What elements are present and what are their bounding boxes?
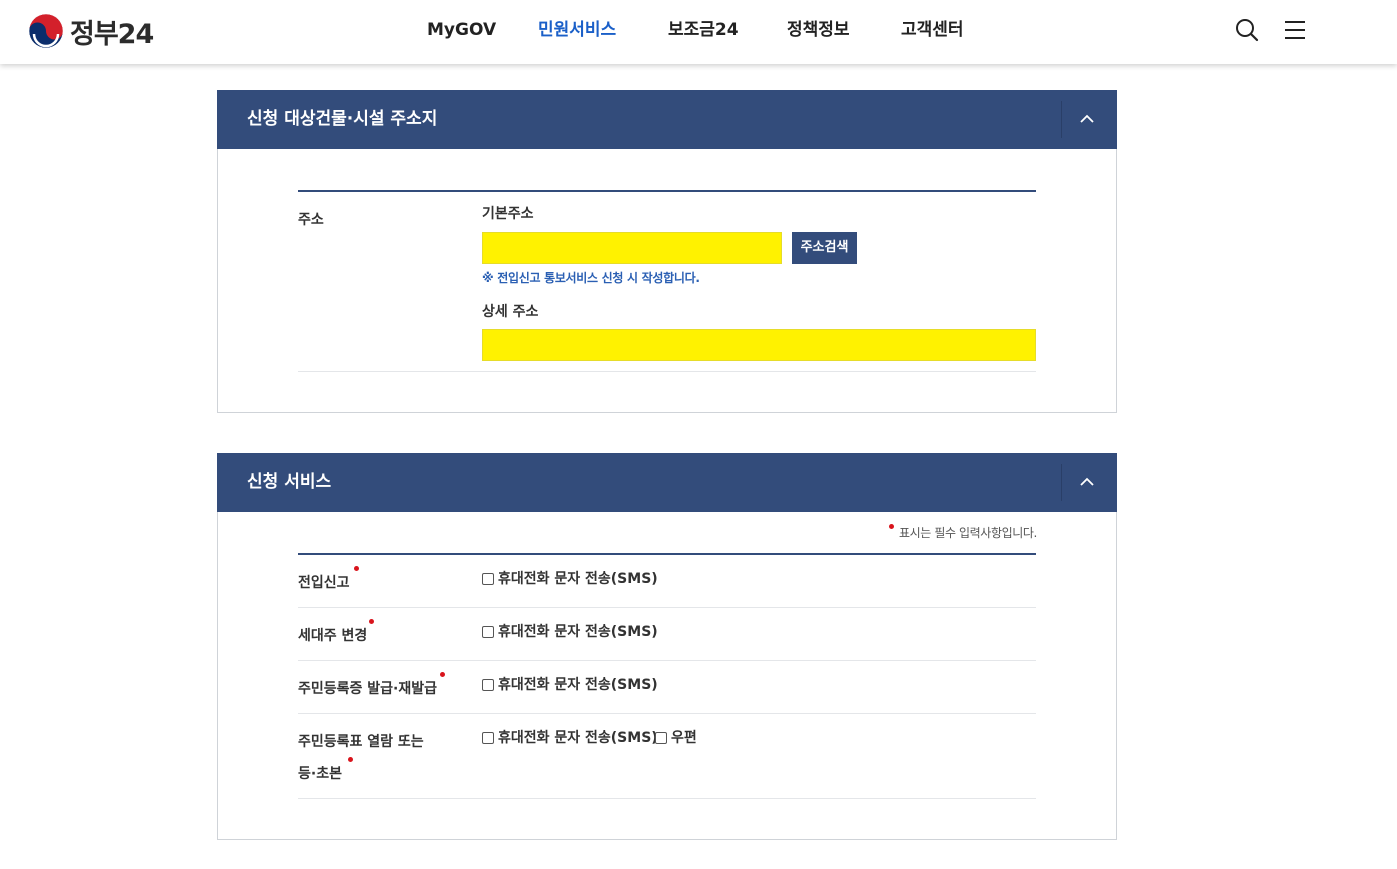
checkbox-label: 휴대전화 문자 전송(SMS) xyxy=(498,730,658,746)
logo-text: 정부24 xyxy=(70,18,154,50)
header-divider xyxy=(1061,464,1062,501)
service-row-label: 주민등록증 발급·재발급 xyxy=(298,681,437,697)
address-notice: ※ 전입신고 통보서비스 신청 시 작성합니다. xyxy=(482,271,700,285)
nav-civil-service[interactable]: 민원서비스 xyxy=(538,19,616,41)
address-row-label: 주소 xyxy=(298,212,324,228)
sms-checkbox[interactable]: 휴대전화 문자 전송(SMS) xyxy=(482,675,658,695)
required-dot xyxy=(348,757,353,762)
service-row-label-line2: 등·초본 xyxy=(298,766,342,782)
header-divider xyxy=(1061,101,1062,138)
sms-checkbox[interactable]: 휴대전화 문자 전송(SMS) xyxy=(482,728,658,748)
nav-subsidy24[interactable]: 보조금24 xyxy=(668,19,739,41)
menu-icon[interactable] xyxy=(1282,17,1308,43)
address-panel: 신청 대상건물·시설 주소지 주소 기본주소 주소검색 ※ 전입신고 통보서비스… xyxy=(217,90,1117,413)
checkbox-box[interactable] xyxy=(482,679,494,691)
row-divider xyxy=(298,371,1036,372)
search-icon[interactable] xyxy=(1234,17,1260,43)
nav-policy-info[interactable]: 정책정보 xyxy=(787,19,850,41)
nav-customer-center[interactable]: 고객센터 xyxy=(901,19,964,41)
chevron-up-icon[interactable] xyxy=(1077,472,1097,492)
required-dot xyxy=(889,524,894,529)
required-dot xyxy=(369,619,374,624)
required-dot xyxy=(440,672,445,677)
service-form: 전입신고 휴대전화 문자 전송(SMS) 세대주 변경 휴대전화 문자 전송(S… xyxy=(298,553,1036,799)
service-panel-header: 신청 서비스 xyxy=(217,453,1117,512)
address-form: 주소 기본주소 주소검색 ※ 전입신고 통보서비스 신청 시 작성합니다. 상세… xyxy=(298,190,1036,372)
row-divider xyxy=(298,798,1036,799)
checkbox-box[interactable] xyxy=(655,732,667,744)
address-panel-title: 신청 대상건물·시설 주소지 xyxy=(247,109,438,129)
service-panel-title: 신청 서비스 xyxy=(247,472,332,492)
checkbox-label: 휴대전화 문자 전송(SMS) xyxy=(498,677,658,693)
row-divider xyxy=(298,607,1036,608)
service-row-label-line1: 주민등록표 열람 또는 xyxy=(298,734,424,750)
row-divider xyxy=(298,660,1036,661)
taegeuk-logo-icon xyxy=(28,13,64,49)
top-header: 정부24 MyGOV 민원서비스 보조금24 정책정보 고객센터 xyxy=(0,0,1397,64)
address-search-button[interactable]: 주소검색 xyxy=(792,232,857,264)
sms-checkbox[interactable]: 휴대전화 문자 전송(SMS) xyxy=(482,622,658,642)
nav-mygov[interactable]: MyGOV xyxy=(427,19,496,41)
post-mail-checkbox[interactable]: 우편 xyxy=(655,728,697,748)
address-panel-header: 신청 대상건물·시설 주소지 xyxy=(217,90,1117,149)
basic-address-input[interactable] xyxy=(482,232,782,264)
basic-address-label: 기본주소 xyxy=(482,206,534,222)
checkbox-box[interactable] xyxy=(482,732,494,744)
service-row-label: 전입신고 xyxy=(298,575,350,591)
detail-address-input[interactable] xyxy=(482,329,1036,361)
required-note: 표시는 필수 입력사항입니다. xyxy=(899,526,1037,540)
detail-address-label: 상세 주소 xyxy=(482,304,539,320)
sms-checkbox[interactable]: 휴대전화 문자 전송(SMS) xyxy=(482,569,658,589)
row-divider xyxy=(298,713,1036,714)
site-logo[interactable]: 정부24 xyxy=(28,12,154,50)
service-panel: 신청 서비스 표시는 필수 입력사항입니다. 전입신고 휴대전화 문자 전송(S… xyxy=(217,453,1117,840)
required-dot xyxy=(354,566,359,571)
chevron-up-icon[interactable] xyxy=(1077,109,1097,129)
checkbox-box[interactable] xyxy=(482,573,494,585)
service-row-label: 세대주 변경 xyxy=(298,628,368,644)
checkbox-label: 우편 xyxy=(671,730,697,746)
checkbox-box[interactable] xyxy=(482,626,494,638)
checkbox-label: 휴대전화 문자 전송(SMS) xyxy=(498,571,658,587)
checkbox-label: 휴대전화 문자 전송(SMS) xyxy=(498,624,658,640)
